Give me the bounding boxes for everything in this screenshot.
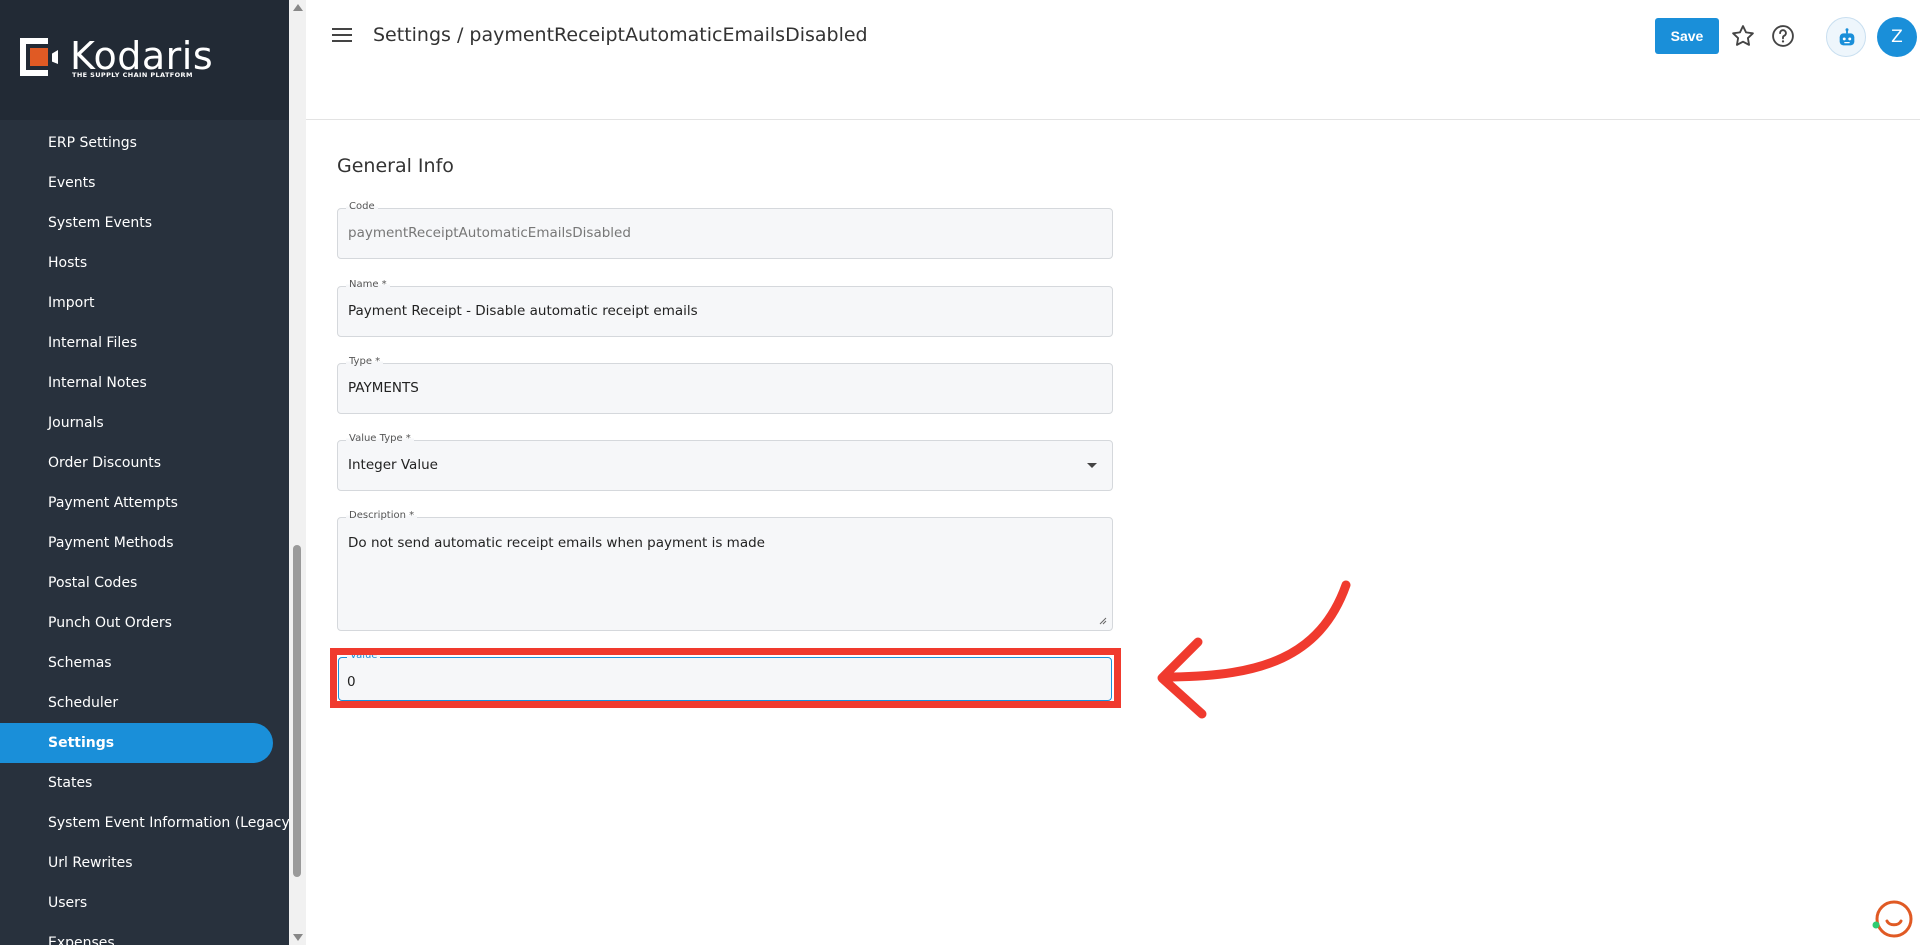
assistant-button[interactable] <box>1826 17 1866 57</box>
brand-tagline: THE SUPPLY CHAIN PLATFORM <box>72 71 193 79</box>
annotation-highlight-box <box>330 648 1121 708</box>
sidebar: Kodaris THE SUPPLY CHAIN PLATFORM ERP Se… <box>0 0 289 945</box>
type-field[interactable]: Type * PAYMENTS <box>337 356 1113 414</box>
sidebar-item-punch-out-orders[interactable]: Punch Out Orders <box>0 603 289 643</box>
star-icon[interactable] <box>1729 22 1757 50</box>
help-icon[interactable] <box>1769 22 1797 50</box>
section-title-general-info: General Info <box>337 155 454 177</box>
sidebar-item-internal-notes[interactable]: Internal Notes <box>0 363 289 403</box>
sidebar-item-settings[interactable]: Settings <box>0 723 273 763</box>
save-button[interactable]: Save <box>1655 18 1719 54</box>
value-type-label: Value Type * <box>346 433 414 444</box>
code-field: Code paymentReceiptAutomaticEmailsDisabl… <box>337 201 1113 259</box>
sidebar-item-events[interactable]: Events <box>0 163 289 203</box>
sidebar-item-system-events[interactable]: System Events <box>0 203 289 243</box>
description-label: Description * <box>346 510 418 521</box>
sidebar-item-internal-files[interactable]: Internal Files <box>0 323 289 363</box>
code-value: paymentReceiptAutomaticEmailsDisabled <box>348 225 631 241</box>
sidebar-item-order-discounts[interactable]: Order Discounts <box>0 443 289 483</box>
annotation-arrow-icon <box>1157 580 1351 719</box>
scroll-down-arrow-icon[interactable] <box>293 934 303 941</box>
code-label: Code <box>346 201 378 212</box>
sidebar-item-hosts[interactable]: Hosts <box>0 243 289 283</box>
menu-icon[interactable] <box>332 28 352 44</box>
resize-handle-icon[interactable] <box>1099 617 1107 625</box>
sidebar-item-import[interactable]: Import <box>0 283 289 323</box>
type-label: Type * <box>346 356 384 367</box>
user-avatar[interactable]: Z <box>1877 17 1917 57</box>
sidebar-item-erp-settings[interactable]: ERP Settings <box>0 123 289 163</box>
dropdown-caret-icon[interactable] <box>1087 463 1097 468</box>
name-label: Name * <box>346 279 390 290</box>
value-type-value: Integer Value <box>348 457 438 473</box>
type-value: PAYMENTS <box>348 380 419 396</box>
sidebar-item-journals[interactable]: Journals <box>0 403 289 443</box>
value-type-select[interactable]: Value Type * Integer Value <box>337 433 1113 491</box>
sidebar-item-users[interactable]: Users <box>0 883 289 923</box>
scrollbar-thumb[interactable] <box>293 545 301 877</box>
sidebar-nav: ERP Settings Events System Events Hosts … <box>0 123 289 945</box>
chat-support-icon[interactable] <box>1870 897 1914 941</box>
description-textarea[interactable]: Description * Do not send automatic rece… <box>337 510 1113 631</box>
sidebar-item-payment-methods[interactable]: Payment Methods <box>0 523 289 563</box>
brand-header: Kodaris THE SUPPLY CHAIN PLATFORM <box>0 0 289 120</box>
description-value: Do not send automatic receipt emails whe… <box>348 535 765 551</box>
sidebar-item-url-rewrites[interactable]: Url Rewrites <box>0 843 289 883</box>
robot-icon <box>1839 28 1855 46</box>
sidebar-item-system-event-information[interactable]: System Event Information (Legacy) <box>0 803 289 843</box>
name-field[interactable]: Name * Payment Receipt - Disable automat… <box>337 279 1113 337</box>
sidebar-scrollbar[interactable] <box>289 0 306 945</box>
name-value: Payment Receipt - Disable automatic rece… <box>348 303 698 319</box>
sidebar-item-expenses[interactable]: Expenses <box>0 923 289 945</box>
kodaris-logo-icon <box>20 38 58 76</box>
sidebar-item-postal-codes[interactable]: Postal Codes <box>0 563 289 603</box>
sidebar-item-schemas[interactable]: Schemas <box>0 643 289 683</box>
page-title: Settings / paymentReceiptAutomaticEmails… <box>373 24 868 46</box>
sidebar-item-payment-attempts[interactable]: Payment Attempts <box>0 483 289 523</box>
scroll-up-arrow-icon[interactable] <box>293 4 303 11</box>
sidebar-item-scheduler[interactable]: Scheduler <box>0 683 289 723</box>
sidebar-item-states[interactable]: States <box>0 763 289 803</box>
top-header: Settings / paymentReceiptAutomaticEmails… <box>306 0 1920 120</box>
